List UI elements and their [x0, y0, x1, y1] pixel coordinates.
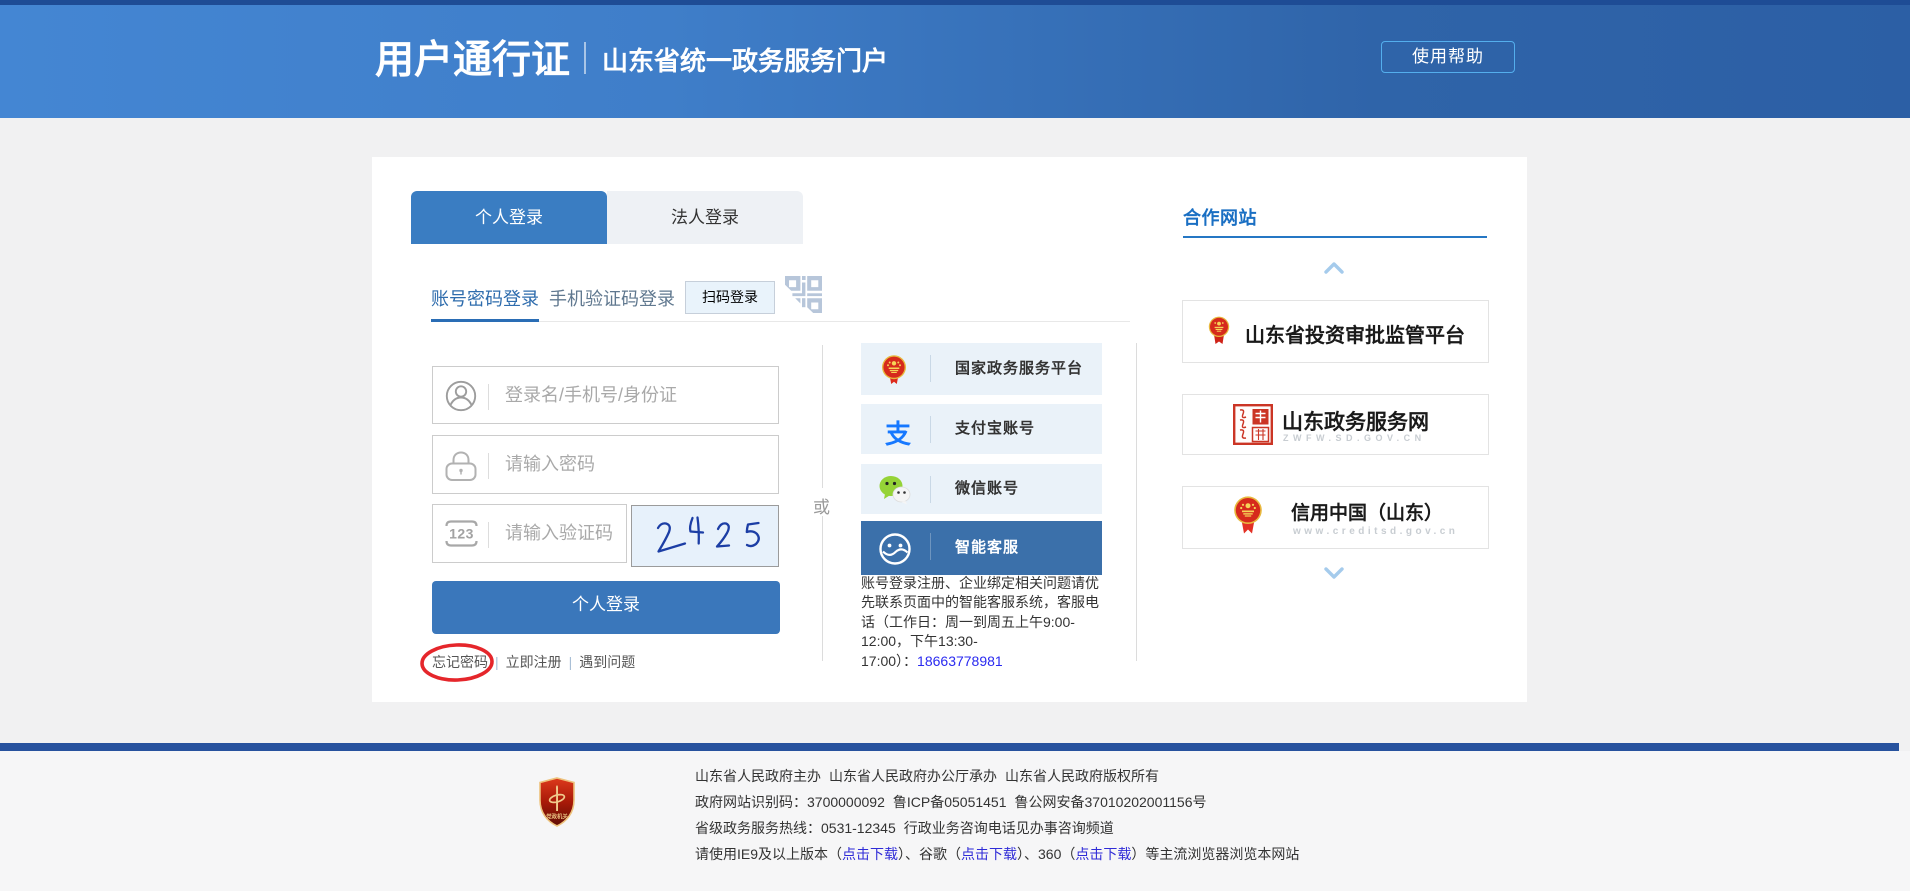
svg-text:123: 123	[449, 526, 474, 542]
svg-text:党政机关: 党政机关	[546, 813, 568, 821]
